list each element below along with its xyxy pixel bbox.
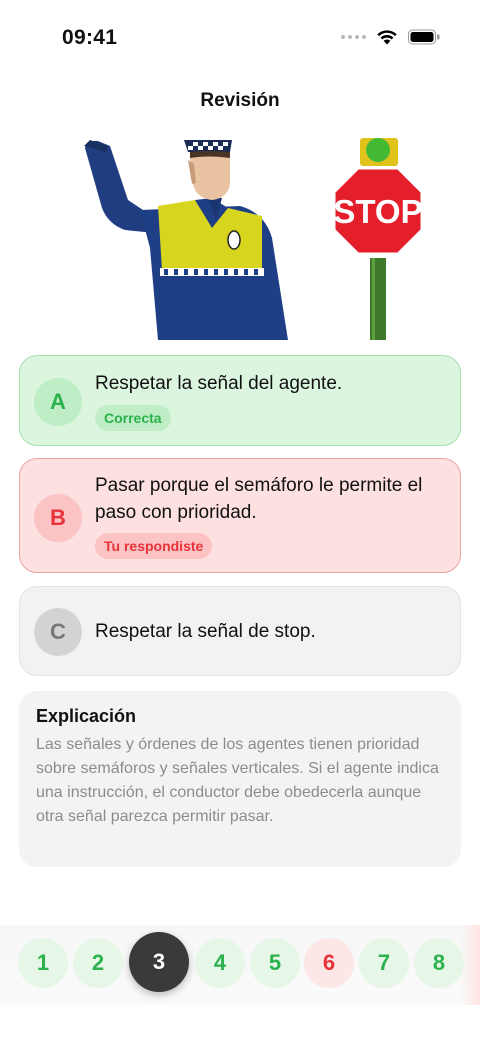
status-time: 09:41 (62, 26, 118, 49)
option-letter-a: A (34, 378, 82, 426)
answer-option-b[interactable]: B Pasar porque el semáforo le permite el… (19, 458, 461, 573)
page-title: Revisión (200, 90, 280, 111)
question-illustration: STOP (84, 138, 424, 340)
answer-option-c[interactable]: C Respetar la señal de stop. (19, 586, 461, 676)
page-button-8[interactable]: 8 (414, 938, 464, 988)
traffic-officer-illustration (84, 140, 288, 340)
option-text-a: Respetar la señal del agente. (95, 373, 343, 394)
correct-badge: Correcta (95, 405, 171, 431)
page-button-5[interactable]: 5 (250, 938, 300, 988)
page-button-1[interactable]: 1 (18, 938, 68, 988)
status-icons (341, 29, 440, 45)
explanation-card: Explicación Las señales y órdenes de los… (19, 691, 461, 867)
option-text-c: Respetar la señal de stop. (95, 621, 316, 642)
pager-overflow-fade (460, 925, 480, 1005)
page-button-7[interactable]: 7 (359, 938, 409, 988)
your-answer-badge: Tu respondiste (95, 533, 213, 559)
explanation-title: Explicación (36, 706, 137, 726)
stop-sign-text: STOP (333, 193, 422, 230)
page-button-4[interactable]: 4 (195, 938, 245, 988)
page-button-6[interactable]: 6 (304, 938, 354, 988)
wifi-icon (377, 30, 397, 45)
option-text-b: Pasar porque el semáforo le permite el p… (95, 475, 423, 523)
option-letter-c: C (34, 608, 82, 656)
stop-sign-illustration: STOP (332, 138, 424, 340)
answer-option-a[interactable]: A Respetar la señal del agente. Correcta (19, 355, 461, 446)
option-letter-b: B (34, 494, 82, 542)
explanation-body: Las señales y órdenes de los agentes tie… (36, 736, 439, 825)
page-button-2[interactable]: 2 (73, 938, 123, 988)
cellular-signal-icon (341, 35, 366, 39)
page-button-3-current[interactable]: 3 (129, 932, 189, 992)
question-pager: 1 2 3 4 5 6 7 8 (0, 925, 480, 1005)
battery-icon (408, 29, 440, 45)
status-bar: 09:41 (0, 0, 480, 80)
